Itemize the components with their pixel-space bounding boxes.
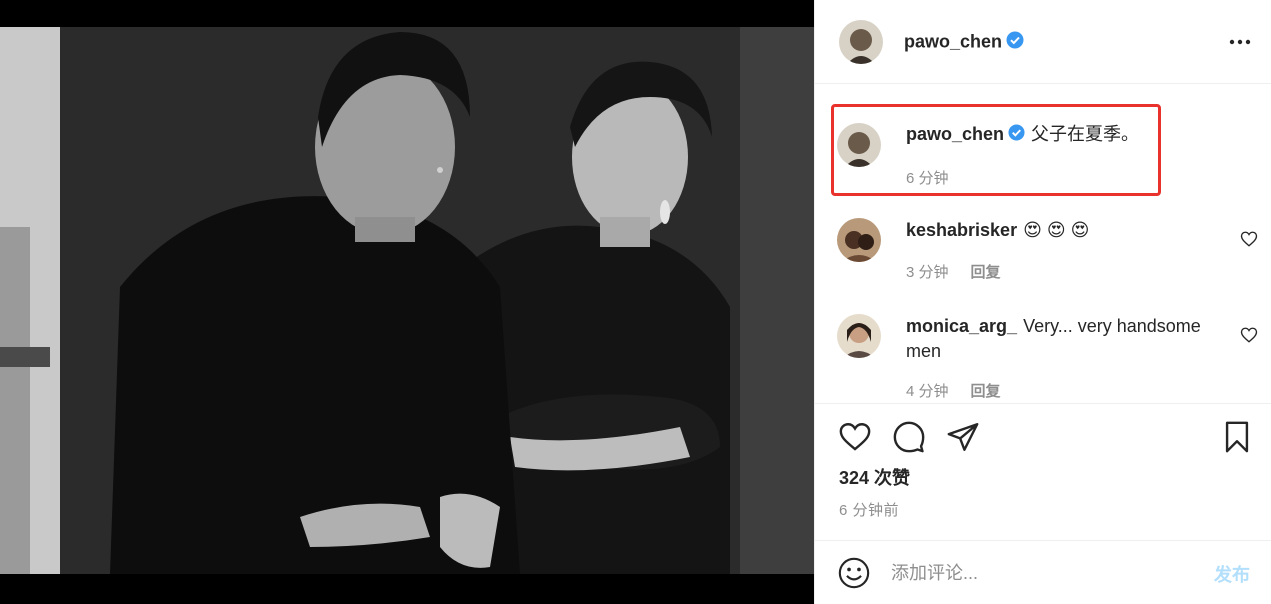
commenter-avatar[interactable] [837,314,881,358]
post-actions [815,404,1271,464]
comment-username[interactable]: monica_arg_ [906,316,1017,336]
caption-meta: 6 分钟 [906,167,949,188]
bookmark-icon[interactable] [1219,420,1255,454]
heart-icon[interactable] [1240,326,1258,344]
comment-icon[interactable] [891,420,927,454]
author-avatar[interactable] [839,20,883,64]
reply-button[interactable]: 回复 [971,383,1001,400]
caption-author-avatar[interactable] [837,123,881,167]
caption-username[interactable]: pawo_chen [906,124,1004,144]
photo-illustration [0,27,814,574]
add-comment-bar: 发布 [815,540,1271,604]
share-icon[interactable] [945,420,981,454]
comments-list[interactable]: pawo_chen 父子在夏季。 6 分钟 keshabrisker 😍 😍 😍 [815,84,1271,404]
verified-badge-icon [1008,123,1025,148]
comment-item: keshabrisker 😍 😍 😍 3 分钟 回复 [815,198,1271,288]
author-username[interactable]: pawo_chen [904,31,1024,54]
comment-text-row: monica_arg_ Very... very handsome men [906,314,1226,364]
comment-text: 😍 😍 😍 [1023,220,1090,240]
likes-count[interactable]: 324 次赞 [839,464,910,490]
heart-icon[interactable] [1240,230,1258,248]
like-heart-icon[interactable] [837,420,873,454]
emoji-icon[interactable] [837,556,871,590]
post-photo-panel [0,0,814,604]
verified-badge-icon [1006,31,1024,54]
post-comment-button[interactable]: 发布 [1214,561,1250,587]
comment-item: monica_arg_ Very... very handsome men 4 分… [815,294,1271,403]
post-time-ago: 6 分钟前 [839,502,900,519]
post-header: pawo_chen [815,0,1271,84]
comment-time: 4 分钟 [906,383,949,400]
comment-username[interactable]: keshabrisker [906,220,1017,240]
more-options-icon[interactable] [1228,32,1252,52]
comment-time: 3 分钟 [906,264,949,281]
comment-meta: 3 分钟 回复 [906,261,1001,282]
post-details-panel: pawo_chen pawo_chen 父子在夏季。 6 分钟 keshabri… [814,0,1271,604]
reply-button[interactable]: 回复 [971,264,1001,281]
comment-input[interactable] [891,557,1181,589]
commenter-avatar[interactable] [837,218,881,262]
caption-comment: pawo_chen 父子在夏季。 6 分钟 [815,104,1271,204]
caption-text: 父子在夏季。 [1031,124,1140,144]
caption-time: 6 分钟 [906,170,949,187]
comment-meta: 4 分钟 回复 [906,380,1001,401]
author-username-text[interactable]: pawo_chen [904,31,1002,51]
comment-text-row: keshabrisker 😍 😍 😍 [906,218,1226,243]
post-photo[interactable] [0,27,814,574]
caption-text-row: pawo_chen 父子在夏季。 [906,122,1226,148]
